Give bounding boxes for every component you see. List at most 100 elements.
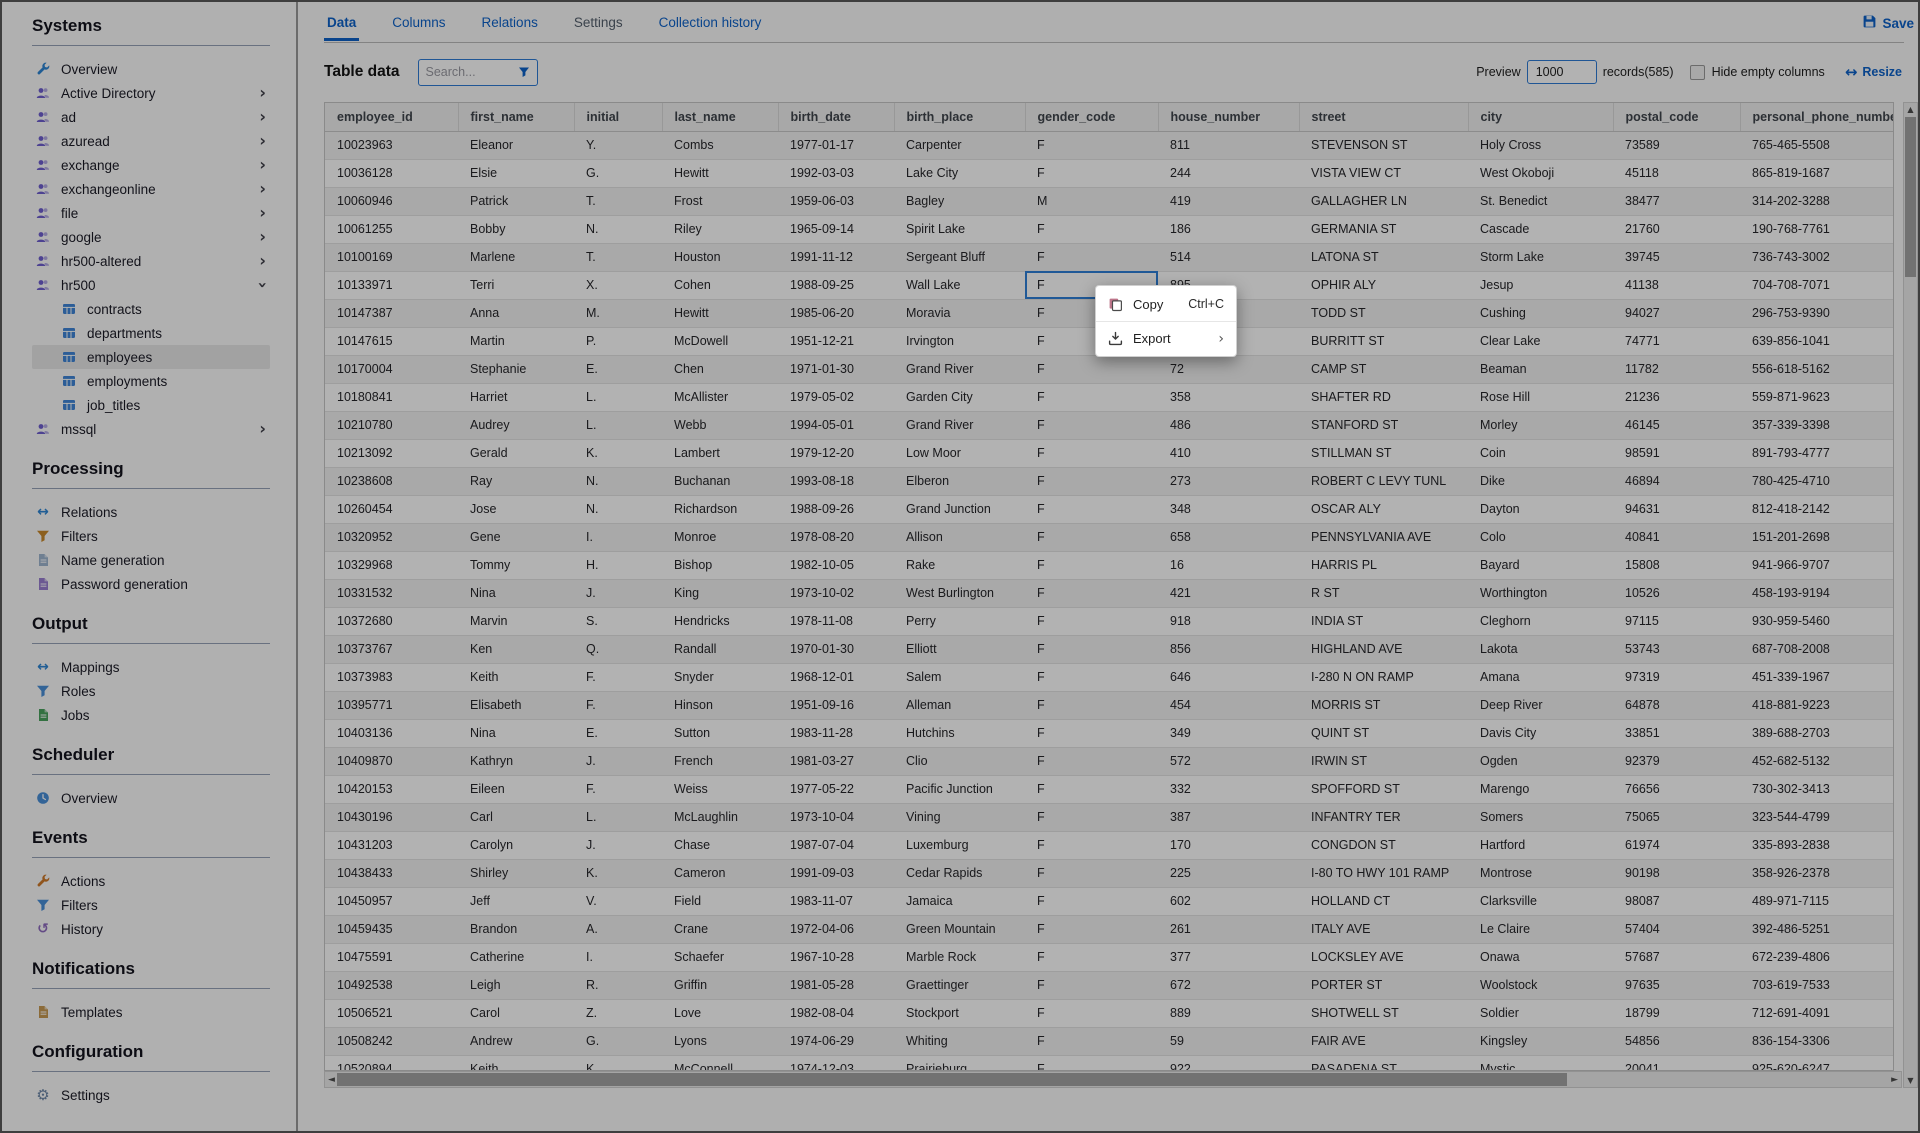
cell-birth-place[interactable]: Clio bbox=[894, 747, 1025, 775]
cell-employee-id[interactable]: 10420153 bbox=[325, 775, 458, 803]
cell-birth-date[interactable]: 1965-09-14 bbox=[778, 215, 894, 243]
cell-initial[interactable]: F. bbox=[574, 691, 662, 719]
sidebar-item-hr500[interactable]: hr500› bbox=[32, 273, 270, 297]
cell-gender-code[interactable]: F bbox=[1025, 635, 1158, 663]
sidebar-item-employments[interactable]: employments bbox=[32, 369, 270, 393]
cell-initial[interactable]: N. bbox=[574, 495, 662, 523]
cell-last-name[interactable]: Cameron bbox=[662, 859, 778, 887]
cell-gender-code[interactable]: F bbox=[1025, 607, 1158, 635]
cell-employee-id[interactable]: 10438433 bbox=[325, 859, 458, 887]
sidebar-item-ad[interactable]: ad› bbox=[32, 105, 270, 129]
cell-gender-code[interactable]: F bbox=[1025, 383, 1158, 411]
cell-employee-id[interactable]: 10403136 bbox=[325, 719, 458, 747]
cell-personal-phone-number[interactable]: 704-708-7071 bbox=[1740, 271, 1893, 299]
cell-city[interactable]: Jesup bbox=[1468, 271, 1613, 299]
cell-birth-date[interactable]: 1951-12-21 bbox=[778, 327, 894, 355]
cell-postal-code[interactable]: 39745 bbox=[1613, 243, 1740, 271]
cell-postal-code[interactable]: 76656 bbox=[1613, 775, 1740, 803]
cell-employee-id[interactable]: 10329968 bbox=[325, 551, 458, 579]
cell-employee-id[interactable]: 10170004 bbox=[325, 355, 458, 383]
cell-birth-date[interactable]: 1979-05-02 bbox=[778, 383, 894, 411]
cell-personal-phone-number[interactable]: 941-966-9707 bbox=[1740, 551, 1893, 579]
cell-postal-code[interactable]: 74771 bbox=[1613, 327, 1740, 355]
cell-city[interactable]: Lakota bbox=[1468, 635, 1613, 663]
cell-city[interactable]: Davis City bbox=[1468, 719, 1613, 747]
cell-house-number[interactable]: 811 bbox=[1158, 131, 1299, 159]
sidebar-item-exchange[interactable]: exchange› bbox=[32, 153, 270, 177]
cell-city[interactable]: Somers bbox=[1468, 803, 1613, 831]
cell-street[interactable]: BURRITT ST bbox=[1299, 327, 1468, 355]
cell-postal-code[interactable]: 45118 bbox=[1613, 159, 1740, 187]
cell-initial[interactable]: N. bbox=[574, 215, 662, 243]
cell-employee-id[interactable]: 10430196 bbox=[325, 803, 458, 831]
cell-gender-code[interactable]: F bbox=[1025, 467, 1158, 495]
cell-first-name[interactable]: Gerald bbox=[458, 439, 574, 467]
sidebar-item-mappings[interactable]: ↔Mappings bbox=[32, 655, 270, 679]
sidebar-item-name-generation[interactable]: Name generation bbox=[32, 548, 270, 572]
chevron-right-icon[interactable]: › bbox=[259, 205, 266, 221]
cell-birth-date[interactable]: 1992-03-03 bbox=[778, 159, 894, 187]
cell-birth-date[interactable]: 1981-05-28 bbox=[778, 971, 894, 999]
sidebar-item-google[interactable]: google› bbox=[32, 225, 270, 249]
cell-city[interactable]: Dayton bbox=[1468, 495, 1613, 523]
cell-initial[interactable]: K. bbox=[574, 859, 662, 887]
cell-first-name[interactable]: Catherine bbox=[458, 943, 574, 971]
cell-street[interactable]: SHOTWELL ST bbox=[1299, 999, 1468, 1027]
cell-last-name[interactable]: Frost bbox=[662, 187, 778, 215]
cell-house-number[interactable]: 421 bbox=[1158, 579, 1299, 607]
cell-birth-date[interactable]: 1978-11-08 bbox=[778, 607, 894, 635]
chevron-right-icon[interactable]: › bbox=[259, 157, 266, 173]
cell-personal-phone-number[interactable]: 639-856-1041 bbox=[1740, 327, 1893, 355]
cell-city[interactable]: Morley bbox=[1468, 411, 1613, 439]
cell-street[interactable]: OSCAR ALY bbox=[1299, 495, 1468, 523]
cell-birth-place[interactable]: Elberon bbox=[894, 467, 1025, 495]
cell-street[interactable]: HARRIS PL bbox=[1299, 551, 1468, 579]
cell-birth-place[interactable]: Graettinger bbox=[894, 971, 1025, 999]
cell-employee-id[interactable]: 10506521 bbox=[325, 999, 458, 1027]
cell-gender-code[interactable]: F bbox=[1025, 915, 1158, 943]
cell-birth-place[interactable]: Low Moor bbox=[894, 439, 1025, 467]
cell-last-name[interactable]: Buchanan bbox=[662, 467, 778, 495]
scroll-right-icon[interactable]: ► bbox=[1891, 1073, 1898, 1087]
cell-birth-place[interactable]: Lake City bbox=[894, 159, 1025, 187]
cell-house-number[interactable]: 170 bbox=[1158, 831, 1299, 859]
chevron-right-icon[interactable]: › bbox=[259, 421, 266, 437]
cell-city[interactable]: Kingsley bbox=[1468, 1027, 1613, 1055]
cell-initial[interactable]: H. bbox=[574, 551, 662, 579]
cell-birth-place[interactable]: Rake bbox=[894, 551, 1025, 579]
cell-house-number[interactable]: 672 bbox=[1158, 971, 1299, 999]
cell-personal-phone-number[interactable]: 358-926-2378 bbox=[1740, 859, 1893, 887]
cell-employee-id[interactable]: 10450957 bbox=[325, 887, 458, 915]
cell-gender-code[interactable]: F bbox=[1025, 943, 1158, 971]
cell-birth-place[interactable]: Luxemburg bbox=[894, 831, 1025, 859]
cell-birth-date[interactable]: 1977-01-17 bbox=[778, 131, 894, 159]
cell-birth-date[interactable]: 1993-08-18 bbox=[778, 467, 894, 495]
cell-initial[interactable]: J. bbox=[574, 747, 662, 775]
sidebar-item-active-directory[interactable]: Active Directory› bbox=[32, 81, 270, 105]
cell-street[interactable]: INFANTRY TER bbox=[1299, 803, 1468, 831]
cell-street[interactable]: PORTER ST bbox=[1299, 971, 1468, 999]
cell-birth-place[interactable]: Hutchins bbox=[894, 719, 1025, 747]
cell-birth-date[interactable]: 1951-09-16 bbox=[778, 691, 894, 719]
cell-birth-place[interactable]: Irvington bbox=[894, 327, 1025, 355]
cell-initial[interactable]: E. bbox=[574, 719, 662, 747]
cell-house-number[interactable]: 889 bbox=[1158, 999, 1299, 1027]
cell-postal-code[interactable]: 94027 bbox=[1613, 299, 1740, 327]
cell-last-name[interactable]: McAllister bbox=[662, 383, 778, 411]
cell-employee-id[interactable]: 10210780 bbox=[325, 411, 458, 439]
sidebar-item-employees[interactable]: employees bbox=[32, 345, 270, 369]
cell-city[interactable]: Soldier bbox=[1468, 999, 1613, 1027]
column-header-birth-date[interactable]: birth_date bbox=[778, 103, 894, 131]
cell-last-name[interactable]: Monroe bbox=[662, 523, 778, 551]
cell-postal-code[interactable]: 73589 bbox=[1613, 131, 1740, 159]
cell-employee-id[interactable]: 10060946 bbox=[325, 187, 458, 215]
cell-personal-phone-number[interactable]: 687-708-2008 bbox=[1740, 635, 1893, 663]
cell-city[interactable]: Rose Hill bbox=[1468, 383, 1613, 411]
cell-gender-code[interactable]: F bbox=[1025, 411, 1158, 439]
cell-first-name[interactable]: Stephanie bbox=[458, 355, 574, 383]
cell-personal-phone-number[interactable]: 712-691-4091 bbox=[1740, 999, 1893, 1027]
cell-birth-date[interactable]: 1959-06-03 bbox=[778, 187, 894, 215]
sidebar-item-relations[interactable]: ↔Relations bbox=[32, 500, 270, 524]
cell-postal-code[interactable]: 98591 bbox=[1613, 439, 1740, 467]
cell-street[interactable]: PENNSYLVANIA AVE bbox=[1299, 523, 1468, 551]
